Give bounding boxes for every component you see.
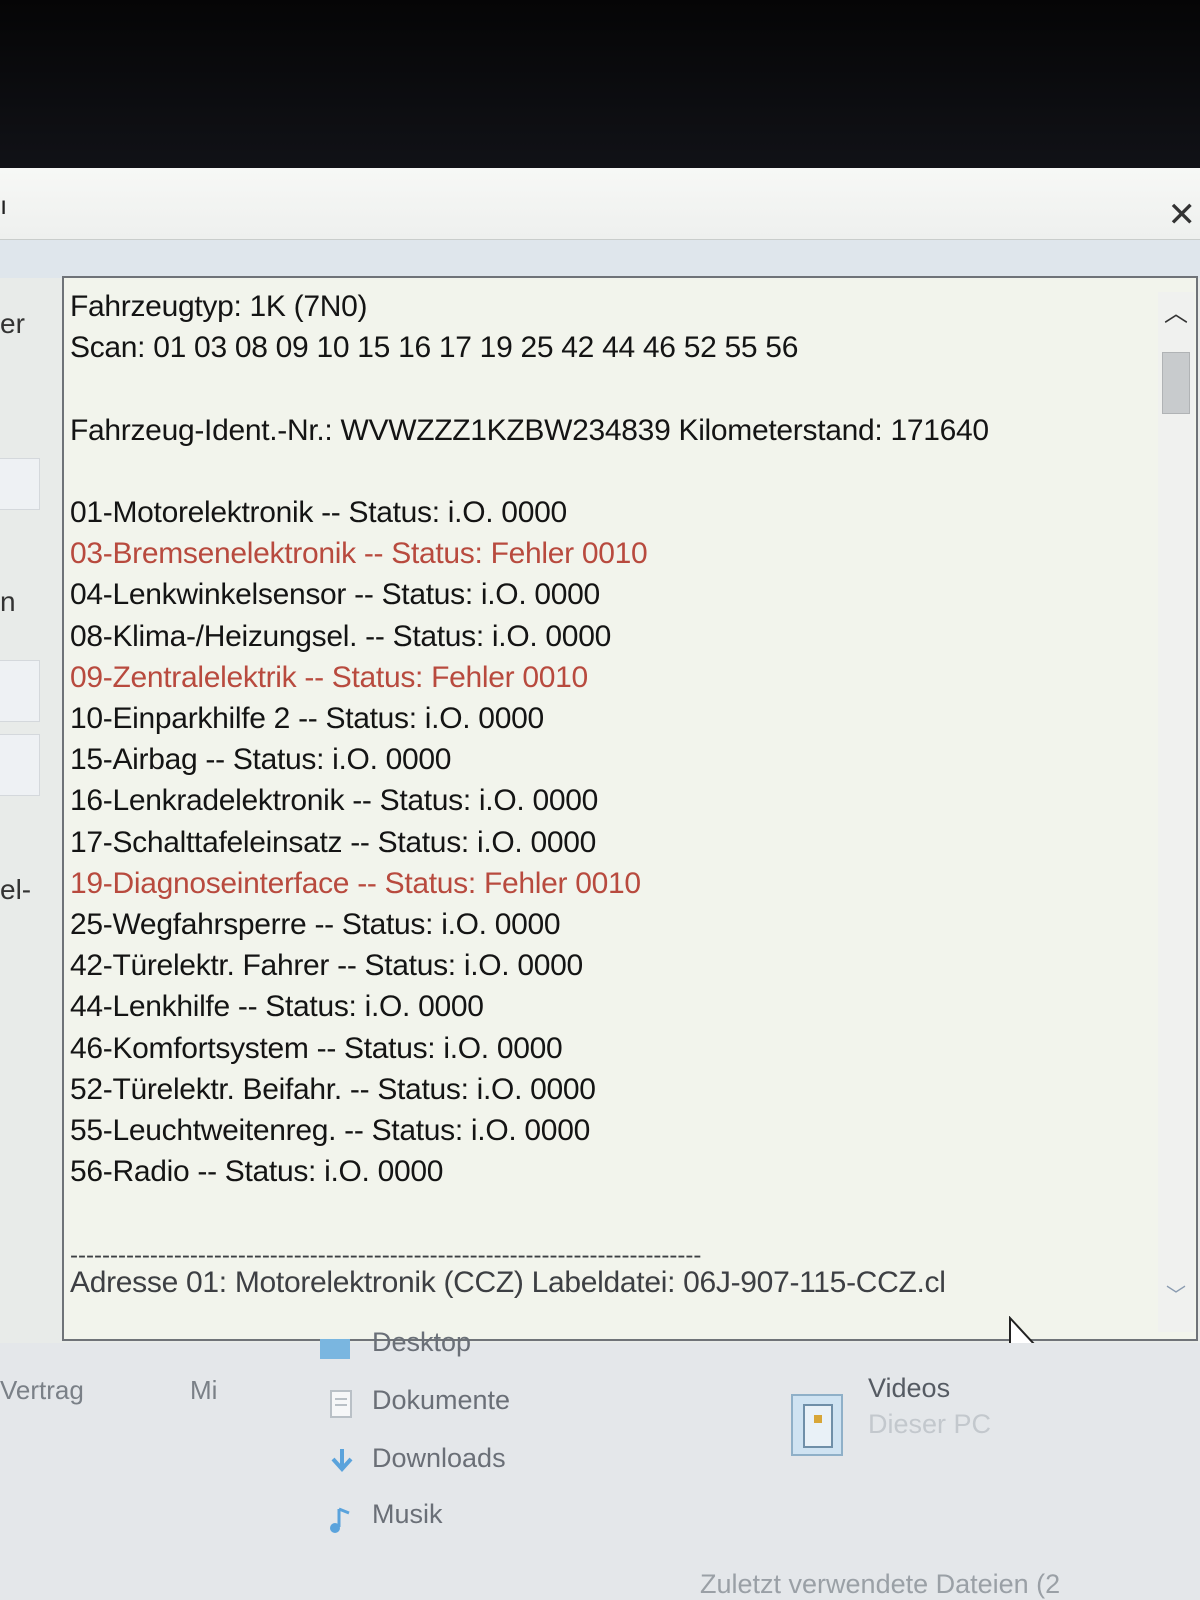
scan-result-textarea[interactable]: Fahrzeugtyp: 1K (7N0) Scan: 01 03 08 09 1…: [68, 284, 1160, 1332]
explorer-background: Vertrag Mi Desktop Dokumente Downloads M…: [0, 1327, 1200, 1600]
scan-line: 52-Türelektr. Beifahr. -- Status: i.O. 0…: [70, 1072, 596, 1106]
scan-line: Fahrzeug-Ident.-Nr.: WVWZZZ1KZBW234839 K…: [70, 413, 989, 447]
close-icon[interactable]: ✕: [1168, 198, 1197, 232]
left-field[interactable]: [0, 660, 40, 722]
vertical-scrollbar[interactable]: ︿ ﹀: [1158, 292, 1194, 1332]
nav-item-downloads[interactable]: Downloads: [372, 1443, 506, 1474]
scan-line: 15-Airbag -- Status: i.O. 0000: [70, 743, 452, 777]
title-bar: ı ✕: [0, 168, 1200, 240]
header-strip: [0, 240, 1200, 278]
videos-folder-icon: [791, 1394, 843, 1456]
music-icon: [330, 1507, 350, 1533]
window-title-fragment: ı: [0, 190, 8, 220]
location-label: Dieser PC: [868, 1409, 992, 1439]
scan-line: 17-Schalttafeleinsatz -- Status: i.O. 00…: [70, 825, 597, 859]
chevron-down-icon[interactable]: ﹀: [1158, 1282, 1194, 1310]
scan-line: Adresse 01: Motorelektronik (CCZ) Labeld…: [70, 1265, 946, 1299]
app-window: ı ✕ er n el- Fahrzeugtyp: 1K (7N0) Scan: …: [0, 168, 1200, 1600]
scan-line-error: 09-Zentralelektrik -- Status: Fehler 001…: [70, 660, 588, 694]
nav-item-musik[interactable]: Musik: [372, 1499, 443, 1530]
documents-icon: [330, 1390, 352, 1418]
scan-dialog: Fahrzeugtyp: 1K (7N0) Scan: 01 03 08 09 1…: [62, 276, 1198, 1341]
videos-label[interactable]: Videos: [868, 1373, 950, 1404]
dark-background: [0, 0, 1200, 168]
scan-line: 56-Radio -- Status: i.O. 0000: [70, 1155, 444, 1189]
tab-vertrag[interactable]: Vertrag: [0, 1375, 84, 1406]
scan-line: 10-Einparkhilfe 2 -- Status: i.O. 0000: [70, 702, 544, 735]
tab-mi[interactable]: Mi: [190, 1375, 235, 1406]
left-checkbox[interactable]: [0, 458, 40, 510]
left-label-fragment: er: [0, 308, 25, 339]
left-label-fragment: n: [0, 586, 16, 617]
scan-line: 25-Wegfahrsperre -- Status: i.O. 0000: [70, 908, 561, 941]
scan-line: 55-Leuchtweitenreg. -- Status: i.O. 0000: [70, 1114, 590, 1147]
scan-line: 44-Lenkhilfe -- Status: i.O. 0000: [70, 990, 484, 1024]
chevron-up-icon[interactable]: ︿: [1158, 292, 1194, 336]
recent-files-heading: Zuletzt verwendete Dateien (2: [700, 1569, 1061, 1599]
left-field[interactable]: [0, 734, 40, 796]
scan-line: 46-Komfortsystem -- Status: i.O. 0000: [70, 1031, 563, 1065]
scan-line: 16-Lenkradelektronik -- Status: i.O. 000…: [70, 784, 598, 818]
scan-line: 42-Türelektr. Fahrer -- Status: i.O. 000…: [70, 949, 583, 983]
scan-line: 04-Lenkwinkelsensor -- Status: i.O. 0000: [70, 578, 600, 612]
left-label-fragment: el-: [0, 874, 32, 905]
desktop-icon: [320, 1339, 350, 1359]
scan-line: Scan: 01 03 08 09 10 15 16 17 19 25 42 4…: [70, 331, 799, 365]
scan-line-error: 03-Bremsenelektronik -- Status: Fehler 0…: [70, 537, 648, 571]
scan-line-error: 19-Diagnoseinterface -- Status: Fehler 0…: [70, 866, 641, 900]
nav-item-dokumente[interactable]: Dokumente: [372, 1385, 510, 1416]
scan-line: 01-Motorelektronik -- Status: i.O. 0000: [70, 496, 567, 529]
downloads-icon: [331, 1449, 353, 1472]
scrollbar-thumb[interactable]: [1162, 352, 1190, 414]
scan-line: 08-Klima-/Heizungsel. -- Status: i.O. 00…: [70, 619, 611, 653]
nav-item-desktop[interactable]: Desktop: [372, 1327, 471, 1358]
scan-line: Fahrzeugtyp: 1K (7N0): [70, 290, 368, 323]
